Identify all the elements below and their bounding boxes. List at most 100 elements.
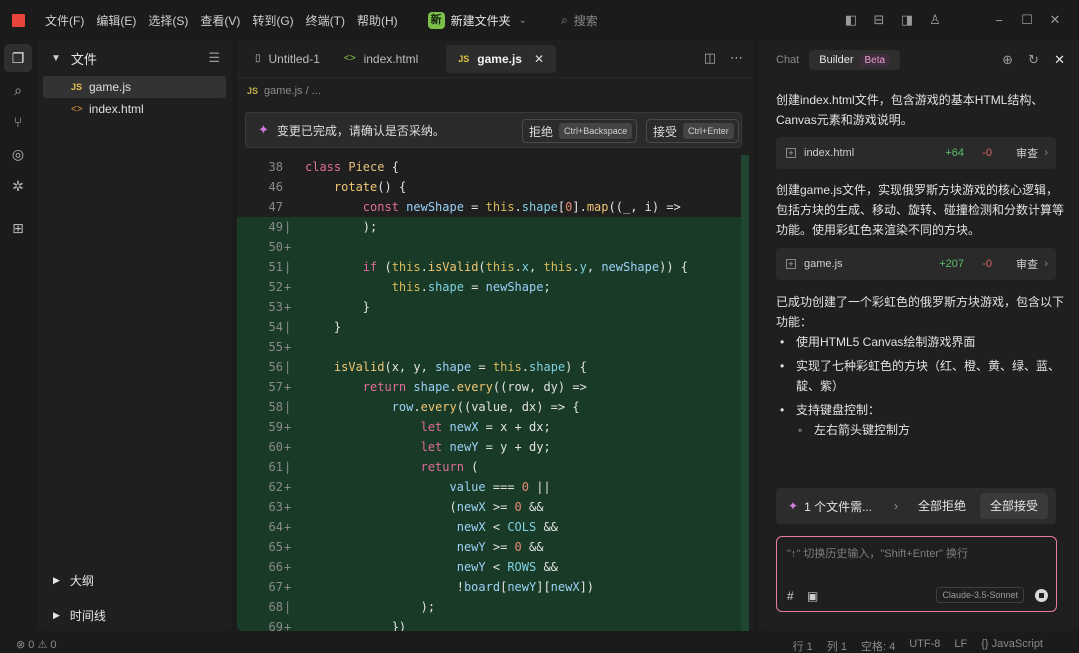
- code-line: 50 +: [237, 237, 741, 257]
- extensions-icon[interactable]: ⊞: [4, 214, 32, 242]
- title-bar: 文件(F) 编辑(E) 选择(S) 查看(V) 转到(G) 终端(T) 帮助(H…: [0, 0, 1079, 40]
- files-count[interactable]: 1 个文件需...: [804, 498, 872, 515]
- menu-terminal[interactable]: 终端(T): [306, 12, 345, 29]
- history-icon[interactable]: ↻: [1028, 52, 1039, 68]
- account-icon[interactable]: ♙: [921, 12, 949, 28]
- html-file-icon: <>: [71, 103, 83, 115]
- indentation[interactable]: 空格: 4: [861, 638, 895, 653]
- code-line: 65 + newY >= 0 &&: [237, 537, 741, 557]
- review-link[interactable]: 审查: [1016, 145, 1038, 161]
- message-paragraph: 已成功创建了一个彩虹色的俄罗斯方块游戏，包含以下功能：: [776, 295, 1065, 329]
- menu-bar: 文件(F) 编辑(E) 选择(S) 查看(V) 转到(G) 终端(T) 帮助(H…: [45, 12, 410, 29]
- code-line: 56 | isValid(x, y, shape = this.shape) {: [237, 357, 741, 377]
- search-files-icon[interactable]: ⌕: [4, 76, 32, 104]
- accept-all-button[interactable]: 全部接受: [980, 493, 1049, 519]
- tab-game-js[interactable]: JS game.js ✕: [446, 44, 557, 73]
- cursor-col[interactable]: 列 1: [827, 638, 847, 653]
- tab-label: game.js: [477, 51, 522, 66]
- tab-index-html[interactable]: <> index.html: [332, 45, 430, 73]
- reject-button[interactable]: 拒绝 Ctrl+Backspace: [522, 119, 638, 143]
- tab-untitled-1[interactable]: ▯ Untitled-1: [243, 45, 332, 73]
- image-icon[interactable]: ▣: [807, 589, 818, 603]
- file-change-card[interactable]: + index.html +64 -0 审查 ›: [776, 137, 1056, 169]
- tab-chat[interactable]: Chat: [766, 50, 809, 70]
- tab-builder[interactable]: Builder Beta: [809, 50, 901, 70]
- reject-shortcut: Ctrl+Backspace: [559, 123, 633, 139]
- problems-indicator[interactable]: ⊗ 0 ⚠ 0: [16, 638, 56, 651]
- chevron-right-icon: ›: [1044, 258, 1048, 270]
- menu-selection[interactable]: 选择(S): [148, 12, 188, 29]
- reject-all-button[interactable]: 全部拒绝: [908, 493, 976, 519]
- breadcrumb[interactable]: JS game.js / ...: [237, 78, 753, 104]
- additions-count: +207: [939, 258, 964, 270]
- code-line: 60 + let newY = y + dy;: [237, 437, 741, 457]
- js-file-icon: JS: [458, 53, 470, 64]
- file-icon: ▯: [255, 53, 261, 64]
- toggle-sidebar-icon[interactable]: ◧: [837, 12, 865, 28]
- menu-edit[interactable]: 编辑(E): [96, 12, 136, 29]
- close-icon[interactable]: ✕: [534, 52, 544, 66]
- new-session-icon[interactable]: ⊕: [1002, 52, 1013, 68]
- file-item-index-html[interactable]: <> index.html: [43, 98, 226, 120]
- code-line: 67 + !board[newY][newX]): [237, 577, 741, 597]
- code-line: 47 const newShape = this.shape[0].map((_…: [268, 200, 681, 214]
- line-ending[interactable]: LF: [954, 638, 967, 653]
- menu-view[interactable]: 查看(V): [200, 12, 240, 29]
- toggle-secondary-sidebar-icon[interactable]: ◨: [893, 12, 921, 28]
- builder-panel: Chat Builder Beta ⊕ ↻ ✕ 创建index.html文件，包含…: [758, 40, 1079, 631]
- file-item-game-js[interactable]: JS game.js: [43, 76, 226, 98]
- menu-go[interactable]: 转到(G): [252, 12, 293, 29]
- code-line: 57 + return shape.every((row, dy) =>: [237, 377, 741, 397]
- outline-label: 大纲: [69, 573, 94, 588]
- cursor-line[interactable]: 行 1: [793, 638, 813, 653]
- encoding[interactable]: UTF-8: [909, 638, 940, 653]
- accept-label: 接受: [653, 124, 678, 139]
- status-right: 行 1 列 1 空格: 4 UTF-8 LF {} JavaScript: [779, 638, 1043, 653]
- list-item: • 支持键盘控制：: [780, 400, 1060, 420]
- timeline-section[interactable]: ▶ 时间线: [37, 600, 232, 630]
- outline-section[interactable]: ▶ 大纲: [37, 565, 232, 595]
- project-switcher[interactable]: 新 新建文件夹 ⌄: [427, 11, 527, 29]
- file-change-card[interactable]: + game.js +207 -0 审查 ›: [776, 248, 1056, 280]
- explorer-header[interactable]: ▼ 文件 ☰: [37, 40, 232, 76]
- code-line: 55 +: [237, 337, 741, 357]
- accept-button[interactable]: 接受 Ctrl+Enter: [646, 119, 739, 143]
- beta-badge: Beta: [859, 54, 891, 67]
- breadcrumb-path: game.js / ...: [264, 85, 321, 97]
- diff-scrollbar[interactable]: [741, 155, 749, 631]
- menu-help[interactable]: 帮助(H): [357, 12, 398, 29]
- minimize-icon[interactable]: −: [985, 13, 1013, 28]
- filter-icon[interactable]: ☰: [208, 50, 220, 66]
- close-panel-icon[interactable]: ✕: [1054, 52, 1065, 68]
- maximize-icon[interactable]: ☐: [1013, 12, 1041, 28]
- source-control-icon[interactable]: ⑂: [4, 108, 32, 136]
- deletions-count: -0: [982, 147, 992, 159]
- remote-icon[interactable]: ◎: [4, 140, 32, 168]
- review-link[interactable]: 审查: [1016, 256, 1038, 272]
- chat-input[interactable]: "↑" 切换历史输入，"Shift+Enter" 换行 # ▣ Claude-3…: [776, 536, 1057, 612]
- more-icon[interactable]: ⋯: [730, 50, 743, 66]
- search-box[interactable]: ⌕ 搜索: [561, 12, 598, 29]
- model-selector[interactable]: Claude-3.5-Sonnet: [936, 587, 1024, 603]
- debug-icon[interactable]: ✲: [4, 172, 32, 200]
- file-name: game.js: [89, 80, 132, 94]
- window-controls: ◧ ⊟ ◨ ♙ − ☐ ✕: [837, 0, 1069, 40]
- menu-file[interactable]: 文件(F): [45, 12, 84, 29]
- explorer-icon[interactable]: ❐: [4, 44, 32, 72]
- code-line: 49 | );: [237, 217, 741, 237]
- input-tools: # ▣: [787, 589, 818, 603]
- accept-shortcut: Ctrl+Enter: [683, 123, 734, 139]
- code-line: 54 | }: [237, 317, 741, 337]
- message-paragraph: 创建game.js文件，实现俄罗斯方块游戏的核心逻辑，包括方块的生成、移动、旋转…: [776, 183, 1065, 237]
- code-line: 59 + let newX = x + dx;: [237, 417, 741, 437]
- stop-button[interactable]: [1035, 589, 1048, 602]
- language-mode[interactable]: {} JavaScript: [981, 638, 1043, 653]
- split-editor-icon[interactable]: ◫: [704, 50, 716, 66]
- code-line: 61 | return (: [237, 457, 741, 477]
- close-window-icon[interactable]: ✕: [1041, 12, 1069, 28]
- sub-list-item: ◦ 左右箭头键控制方: [798, 420, 1078, 440]
- code-line: 62 + value === 0 ||: [237, 477, 741, 497]
- toggle-panel-icon[interactable]: ⊟: [865, 12, 893, 28]
- hash-icon[interactable]: #: [787, 589, 794, 603]
- tab-label: Untitled-1: [268, 51, 320, 66]
